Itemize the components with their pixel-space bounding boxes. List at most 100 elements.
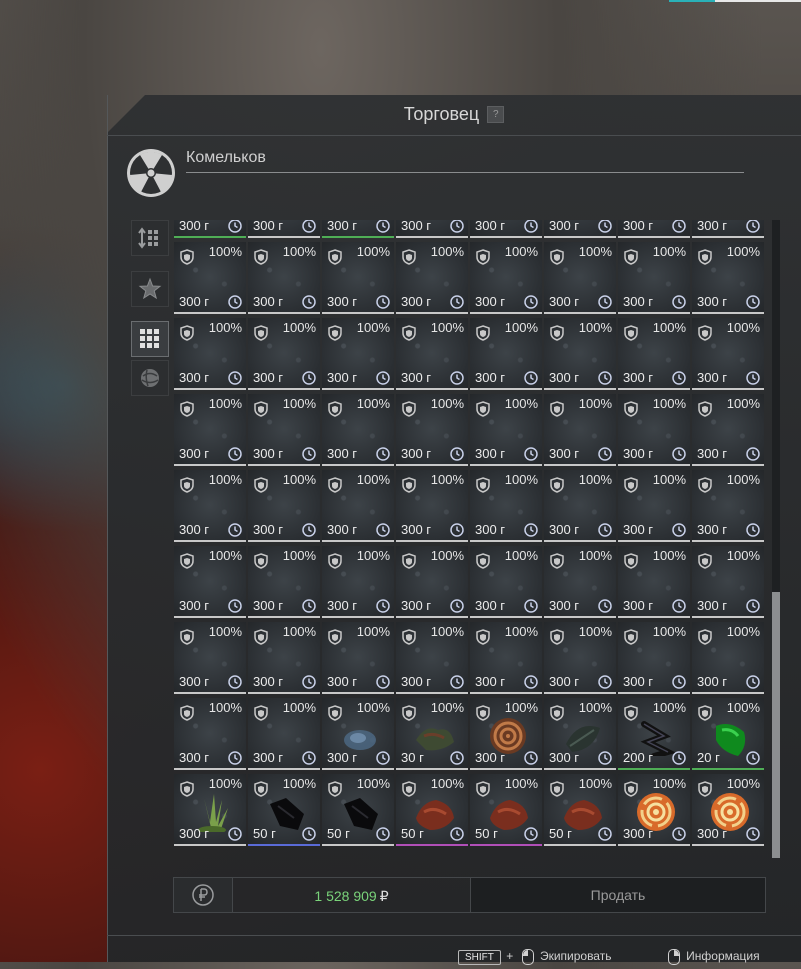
inventory-item[interactable]: 100% 300 г (248, 698, 320, 770)
inventory-item[interactable]: 100% 300 г (396, 470, 468, 542)
inventory-item[interactable]: 100% 300 г (470, 698, 542, 770)
clock-icon (228, 295, 242, 309)
inventory-item[interactable]: 300 г (544, 220, 616, 238)
inventory-item[interactable]: 100% 300 г (174, 470, 246, 542)
inventory-item[interactable]: 100% 50 г (322, 774, 394, 846)
inventory-item[interactable]: 100% 300 г (322, 394, 394, 466)
inventory-item[interactable]: 100% 300 г (470, 242, 542, 314)
item-price: 300 г (253, 522, 284, 537)
item-condition: 100% (578, 548, 612, 563)
inventory-item[interactable]: 100% 300 г (618, 242, 690, 314)
inventory-item[interactable]: 100% 200 г (618, 698, 690, 770)
item-condition: 100% (356, 472, 390, 487)
inventory-item[interactable]: 100% 300 г (692, 622, 764, 694)
item-price: 300 г (253, 370, 284, 385)
inventory-item[interactable]: 300 г (692, 220, 764, 238)
clock-icon (524, 220, 538, 233)
inventory-item[interactable]: 100% 50 г (544, 774, 616, 846)
inventory-item[interactable]: 100% 300 г (174, 698, 246, 770)
item-price: 300 г (327, 446, 358, 461)
inventory-item[interactable]: 300 г (618, 220, 690, 238)
inventory-item[interactable]: 100% 300 г (470, 394, 542, 466)
clock-icon (524, 295, 538, 309)
inventory-item[interactable]: 100% 300 г (396, 318, 468, 390)
inventory-item[interactable]: 100% 300 г (692, 394, 764, 466)
help-button[interactable]: ? (487, 105, 505, 123)
inventory-item[interactable]: 300 г (470, 220, 542, 238)
inventory-item[interactable]: 100% 300 г (544, 394, 616, 466)
inventory-item[interactable]: 100% 300 г (470, 622, 542, 694)
inventory-item[interactable]: 300 г (174, 220, 246, 238)
inventory-item[interactable]: 100% 300 г (470, 318, 542, 390)
inventory-item[interactable]: 100% 300 г (322, 242, 394, 314)
inventory-item[interactable]: 100% 300 г (248, 546, 320, 618)
clock-icon (746, 447, 760, 461)
inventory-item[interactable]: 100% 300 г (248, 394, 320, 466)
inventory-item[interactable]: 100% 300 г (174, 318, 246, 390)
inventory-item[interactable]: 100% 300 г (618, 622, 690, 694)
inventory-item[interactable]: 100% 300 г (396, 242, 468, 314)
inventory-item[interactable]: 100% 300 г (248, 622, 320, 694)
inventory-item[interactable]: 100% 300 г (396, 394, 468, 466)
inventory-item[interactable]: 100% 300 г (248, 242, 320, 314)
inventory-item[interactable]: 100% 300 г (322, 622, 394, 694)
inventory-item[interactable]: 100% 300 г (174, 774, 246, 846)
clock-icon (376, 675, 390, 689)
inventory-item[interactable]: 100% 300 г (174, 242, 246, 314)
inventory-item[interactable]: 100% 300 г (692, 546, 764, 618)
inventory-item[interactable]: 100% 50 г (248, 774, 320, 846)
inventory-item[interactable]: 300 г (396, 220, 468, 238)
inventory-item[interactable]: 100% 300 г (174, 546, 246, 618)
inventory-item[interactable]: 100% 300 г (544, 242, 616, 314)
inventory-item[interactable]: 100% 300 г (618, 470, 690, 542)
inventory-item[interactable]: 100% 300 г (692, 470, 764, 542)
inventory-item[interactable]: 100% 300 г (322, 546, 394, 618)
inventory-item[interactable]: 100% 300 г (544, 622, 616, 694)
inventory-item[interactable]: 100% 300 г (692, 774, 764, 846)
artifacts-filter-button[interactable] (131, 360, 169, 396)
item-price: 300 г (401, 674, 432, 689)
inventory-item[interactable]: 100% 300 г (322, 470, 394, 542)
inventory-item[interactable]: 100% 300 г (692, 242, 764, 314)
item-condition: 100% (652, 624, 686, 639)
currency-toggle-button[interactable] (173, 877, 233, 913)
inventory-item[interactable]: 100% 20 г (692, 698, 764, 770)
clock-icon (302, 675, 316, 689)
inventory-item[interactable]: 100% 300 г (322, 698, 394, 770)
info-hint: Информация (686, 949, 760, 964)
inventory-item[interactable]: 100% 300 г (544, 318, 616, 390)
inventory-item[interactable]: 100% 300 г (174, 622, 246, 694)
star-icon (138, 277, 162, 300)
scrollbar-thumb[interactable] (772, 592, 780, 858)
favorites-button[interactable] (131, 271, 169, 307)
inventory-item[interactable]: 100% 300 г (396, 622, 468, 694)
inventory-item[interactable]: 100% 300 г (470, 470, 542, 542)
inventory-item[interactable]: 100% 30 г (396, 698, 468, 770)
item-condition: 100% (430, 700, 464, 715)
inventory-item[interactable]: 100% 300 г (618, 774, 690, 846)
inventory-item[interactable]: 100% 300 г (544, 470, 616, 542)
sort-button[interactable] (131, 220, 169, 256)
sell-button[interactable]: Продать (470, 877, 766, 913)
inventory-item[interactable]: 100% 300 г (248, 470, 320, 542)
inventory-item[interactable]: 100% 300 г (174, 394, 246, 466)
inventory-item[interactable]: 100% 300 г (618, 318, 690, 390)
clock-icon (376, 371, 390, 385)
item-condition: 100% (356, 776, 390, 791)
inventory-item[interactable]: 100% 300 г (618, 394, 690, 466)
inventory-item[interactable]: 100% 50 г (396, 774, 468, 846)
inventory-item[interactable]: 100% 300 г (396, 546, 468, 618)
inventory-item[interactable]: 100% 300 г (322, 318, 394, 390)
inventory-item[interactable]: 100% 50 г (470, 774, 542, 846)
inventory-item[interactable]: 100% 300 г (692, 318, 764, 390)
inventory-item[interactable]: 100% 300 г (544, 546, 616, 618)
inventory-item[interactable]: 300 г (322, 220, 394, 238)
inventory-item[interactable]: 100% 300 г (544, 698, 616, 770)
inventory-item[interactable]: 100% 300 г (470, 546, 542, 618)
item-price: 50 г (401, 826, 424, 841)
inventory-item[interactable]: 100% 300 г (248, 318, 320, 390)
item-condition: 100% (430, 244, 464, 259)
inventory-item[interactable]: 300 г (248, 220, 320, 238)
inventory-item[interactable]: 100% 300 г (618, 546, 690, 618)
grid-view-button[interactable] (131, 321, 169, 357)
